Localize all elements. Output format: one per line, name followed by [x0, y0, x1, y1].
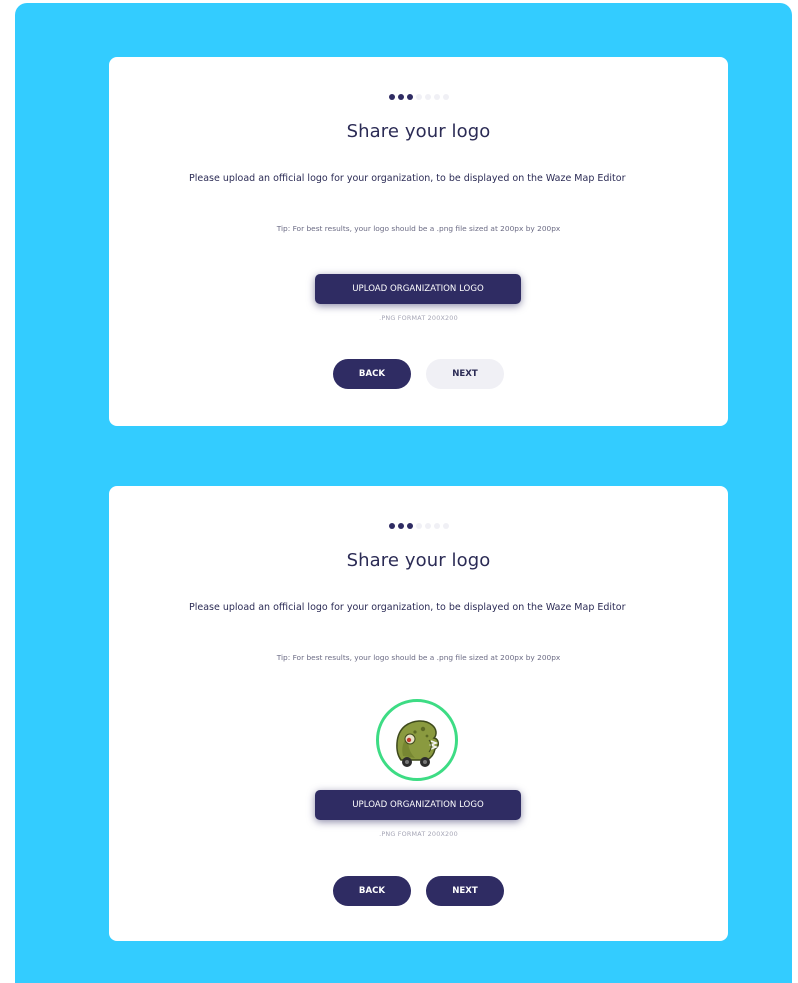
- step-dot: [388, 94, 395, 100]
- logo-step-card-empty: Share your logo Please upload an officia…: [109, 57, 728, 426]
- step-dot: [388, 523, 395, 529]
- step-progress-dots: [109, 523, 728, 529]
- page-title: Share your logo: [346, 121, 491, 142]
- logo-preview[interactable]: [376, 699, 458, 781]
- step-dot: [433, 523, 440, 529]
- format-hint: .PNG FORMAT 200X200: [379, 830, 458, 838]
- step-dot: [415, 523, 422, 529]
- format-hint: .PNG FORMAT 200X200: [379, 314, 458, 322]
- next-button[interactable]: NEXT: [426, 359, 504, 389]
- back-button[interactable]: BACK: [333, 876, 411, 906]
- waze-monster-logo-icon: [396, 720, 439, 767]
- logo-step-card-uploaded: Share your logo Please upload an officia…: [109, 486, 728, 941]
- step-description: Please upload an official logo for your …: [189, 173, 626, 184]
- page-background: Share your logo Please upload an officia…: [15, 3, 792, 983]
- logo-tip: Tip: For best results, your logo should …: [276, 653, 561, 662]
- step-dot: [397, 94, 404, 100]
- upload-logo-button[interactable]: UPLOAD ORGANIZATION LOGO: [315, 274, 521, 304]
- next-button[interactable]: NEXT: [426, 876, 504, 906]
- logo-tip: Tip: For best results, your logo should …: [276, 224, 561, 233]
- back-button[interactable]: BACK: [333, 359, 411, 389]
- upload-logo-button[interactable]: UPLOAD ORGANIZATION LOGO: [315, 790, 521, 820]
- step-dot: [406, 94, 413, 100]
- step-dot: [433, 94, 440, 100]
- step-dot: [424, 94, 431, 100]
- page-title: Share your logo: [346, 550, 491, 571]
- step-progress-dots: [109, 94, 728, 100]
- step-dot: [442, 523, 449, 529]
- step-dot: [415, 94, 422, 100]
- step-dot: [397, 523, 404, 529]
- step-dot: [424, 523, 431, 529]
- step-description: Please upload an official logo for your …: [189, 602, 626, 613]
- step-dot: [442, 94, 449, 100]
- step-dot: [406, 523, 413, 529]
